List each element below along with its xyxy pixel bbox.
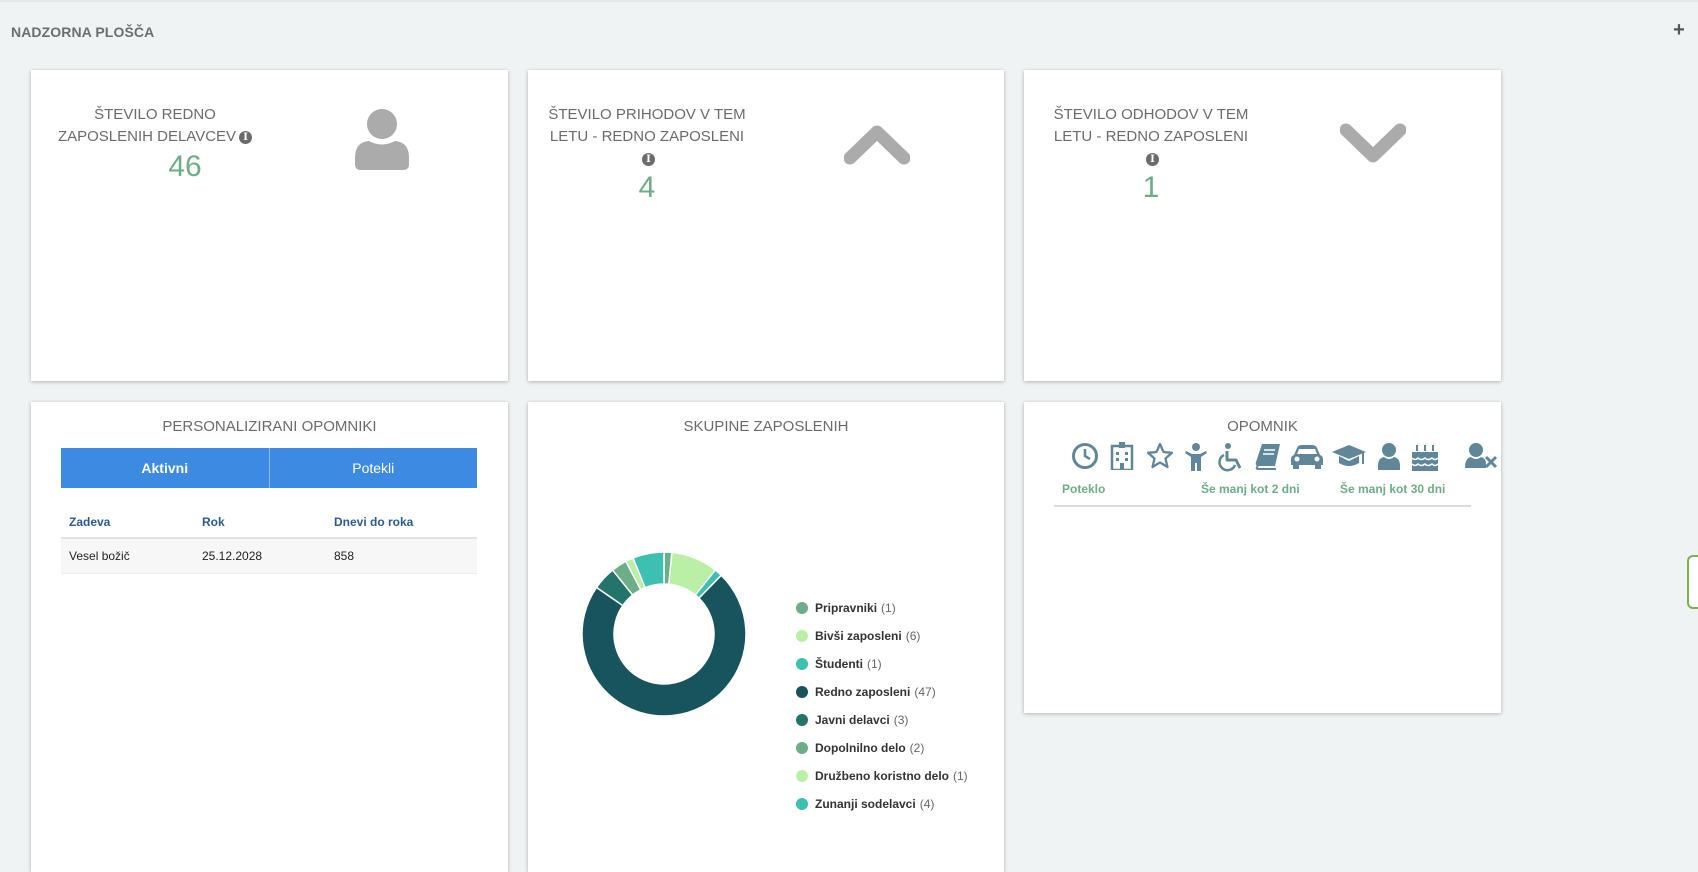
legend-count: (4) bbox=[919, 797, 935, 811]
kpi-card-arrivals: ŠTEVILO PRIHODOV V TEM LETU - REDNO ZAPO… bbox=[528, 70, 1004, 381]
birthday-cake-icon[interactable] bbox=[1409, 442, 1441, 472]
graduation-cap-icon[interactable] bbox=[1331, 442, 1367, 470]
legend-item[interactable]: Študenti (1) bbox=[796, 650, 968, 678]
kpi-card-employees: ŠTEVILO REDNO ZAPOSLENIH DELAVCEV i 46 bbox=[31, 70, 508, 381]
legend-swatch bbox=[796, 630, 808, 642]
chevron-up-icon bbox=[844, 125, 910, 165]
side-widget-handle[interactable] bbox=[1687, 555, 1698, 609]
tab-active[interactable]: Aktivni bbox=[61, 448, 270, 488]
legend-item[interactable]: Zunanji sodelavci (4) bbox=[796, 790, 968, 818]
legend-item[interactable]: Redno zaposleni (47) bbox=[796, 678, 968, 706]
reminder-tabs: Aktivni Potekli bbox=[61, 448, 477, 488]
legend-item[interactable]: Javni delavci (3) bbox=[796, 706, 968, 734]
star-icon[interactable] bbox=[1146, 442, 1174, 470]
legend-count: (6) bbox=[905, 629, 921, 643]
column-header[interactable]: Zadeva bbox=[61, 506, 194, 539]
card-title: PERSONALIZIRANI OPOMNIKI bbox=[162, 418, 377, 435]
legend-label: Pripravniki bbox=[815, 601, 878, 615]
legend-count: (2) bbox=[909, 741, 925, 755]
legend-item[interactable]: Družbeno koristno delo (1) bbox=[796, 762, 968, 790]
chevron-down-icon bbox=[1340, 123, 1406, 163]
kpi-title: ŠTEVILO PRIHODOV V TEM LETU - REDNO ZAPO… bbox=[548, 106, 746, 166]
legend-swatch bbox=[796, 742, 808, 754]
label-less-than-2-days[interactable]: Še manj kot 2 dni bbox=[1201, 482, 1300, 496]
tab-expired[interactable]: Potekli bbox=[270, 448, 478, 488]
kpi-value: 1 bbox=[1142, 171, 1160, 204]
table-row[interactable]: Vesel božič 25.12.2028 858 bbox=[61, 538, 477, 574]
user-remove-icon[interactable] bbox=[1464, 442, 1498, 470]
info-icon[interactable]: i bbox=[1146, 152, 1159, 166]
legend-item[interactable]: Dopolnilno delo (2) bbox=[796, 734, 968, 762]
chart-legend: Pripravniki (1) Bivši zaposleni (6) Študenti… bbox=[796, 594, 968, 818]
card-title: SKUPINE ZAPOSLENIH bbox=[683, 418, 849, 435]
reminders-card: PERSONALIZIRANI OPOMNIKI Aktivni Potekli… bbox=[31, 402, 508, 872]
page-title: NADZORNA PLOŠČA bbox=[11, 24, 155, 40]
add-widget-button[interactable]: + bbox=[1671, 20, 1687, 40]
opomnik-card: OPOMNIK Poteklo Še manj kot 2 dni Še man… bbox=[1024, 402, 1501, 713]
donut-slice[interactable] bbox=[581, 574, 747, 717]
book-icon[interactable] bbox=[1254, 442, 1282, 470]
wheelchair-icon[interactable] bbox=[1217, 442, 1245, 472]
legend-swatch bbox=[796, 798, 808, 810]
legend-swatch bbox=[796, 658, 808, 670]
legend-label: Javni delavci bbox=[815, 713, 890, 727]
legend-count: (1) bbox=[953, 769, 968, 783]
top-border bbox=[0, 0, 1698, 2]
legend-count: (3) bbox=[893, 713, 909, 727]
groups-card: SKUPINE ZAPOSLENIH Pripravniki (1) Bivši z… bbox=[528, 402, 1004, 872]
kpi-value: 4 bbox=[638, 171, 656, 204]
legend-count: (1) bbox=[881, 601, 896, 615]
info-icon[interactable]: i bbox=[642, 152, 655, 166]
kpi-title: ŠTEVILO ODHODOV V TEM LETU - REDNO ZAPOS… bbox=[1053, 106, 1249, 166]
cell-subject: Vesel božič bbox=[61, 538, 194, 574]
divider bbox=[1054, 505, 1471, 507]
clock-icon[interactable] bbox=[1071, 442, 1099, 470]
legend-swatch bbox=[796, 602, 808, 614]
car-icon[interactable] bbox=[1290, 442, 1324, 470]
legend-count: (47) bbox=[914, 685, 936, 699]
legend-swatch bbox=[796, 770, 808, 782]
user-icon[interactable] bbox=[1377, 442, 1401, 470]
column-header[interactable]: Rok bbox=[194, 506, 326, 539]
column-header[interactable]: Dnevi do roka bbox=[326, 506, 477, 539]
legend-label: Redno zaposleni bbox=[815, 685, 911, 699]
legend-item[interactable]: Pripravniki (1) bbox=[796, 594, 968, 622]
label-expired[interactable]: Poteklo bbox=[1062, 482, 1105, 496]
child-icon[interactable] bbox=[1184, 442, 1208, 472]
legend-count: (1) bbox=[867, 657, 882, 671]
legend-label: Dopolnilno delo bbox=[815, 741, 906, 755]
cell-days: 858 bbox=[326, 538, 477, 574]
kpi-title: ŠTEVILO REDNO ZAPOSLENIH DELAVCEV i bbox=[55, 104, 255, 148]
label-less-than-30-days[interactable]: Še manj kot 30 dni bbox=[1340, 482, 1445, 496]
donut-chart bbox=[581, 551, 747, 717]
info-icon[interactable]: i bbox=[239, 130, 253, 144]
user-icon bbox=[355, 109, 409, 170]
card-title: OPOMNIK bbox=[1227, 418, 1298, 435]
legend-label: Družbeno koristno delo bbox=[815, 769, 950, 783]
legend-label: Bivši zaposleni bbox=[815, 629, 902, 643]
reminders-table: Zadeva Rok Dnevi do roka Vesel božič 25.… bbox=[61, 506, 477, 574]
legend-label: Študenti bbox=[815, 657, 863, 671]
legend-swatch bbox=[796, 714, 808, 726]
kpi-card-departures: ŠTEVILO ODHODOV V TEM LETU - REDNO ZAPOS… bbox=[1024, 70, 1501, 381]
hospital-icon[interactable] bbox=[1109, 442, 1135, 470]
kpi-value: 46 bbox=[168, 150, 202, 183]
legend-label: Zunanji sodelavci bbox=[815, 797, 916, 811]
cell-deadline: 25.12.2028 bbox=[194, 538, 326, 574]
legend-item[interactable]: Bivši zaposleni (6) bbox=[796, 622, 968, 650]
legend-swatch bbox=[796, 686, 808, 698]
